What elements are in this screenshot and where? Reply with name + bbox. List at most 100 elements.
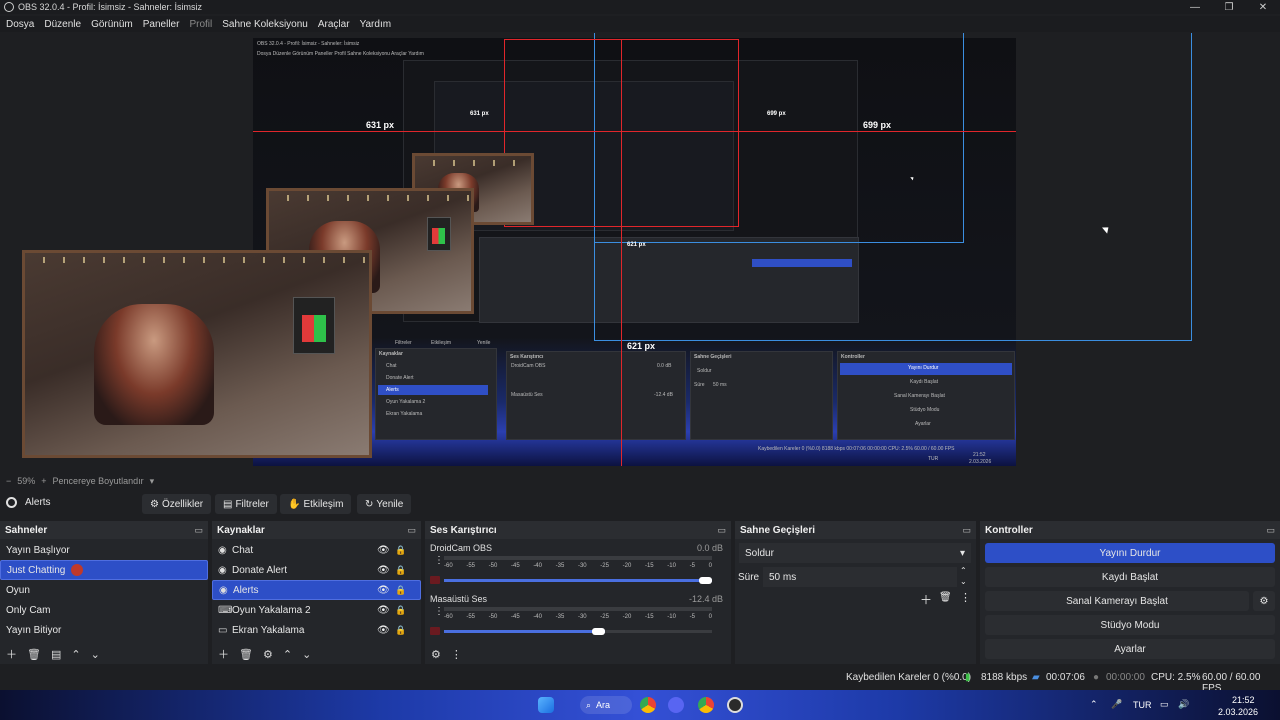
menu-tools[interactable]: Araçlar	[318, 19, 350, 30]
scene-item[interactable]: Only Cam	[0, 600, 208, 620]
chevron-up-icon[interactable]: ⌃	[71, 648, 80, 661]
filters-button[interactable]: ▤ Filtreler	[215, 494, 277, 514]
more-icon[interactable]: ⋮	[451, 648, 462, 661]
scene-item[interactable]: Oyun	[0, 580, 208, 600]
taskbar-search[interactable]: ⌕ Ara	[580, 696, 632, 714]
language-indicator[interactable]: TUR	[1133, 700, 1152, 710]
zoom-in-icon[interactable]: +	[41, 476, 46, 486]
studio-mode-button[interactable]: Stüdyo Modu	[985, 615, 1275, 635]
mute-icon[interactable]	[430, 576, 440, 584]
lock-icon[interactable]: 🔒	[395, 545, 406, 556]
source-item[interactable]: ▭ Ekran Yakalama 👁 🔒	[212, 620, 421, 640]
network-icon[interactable]: ▭	[1160, 699, 1169, 710]
menu-view[interactable]: Görünüm	[91, 19, 133, 30]
scene-item[interactable]: Yayın Bitiyor	[0, 620, 208, 640]
add-icon[interactable]: ＋	[218, 646, 229, 662]
preview-area[interactable]: OBS 32.0.4 - Profil: İsimsiz - Sahneler:…	[0, 33, 1280, 473]
filter-icon: ▤	[223, 498, 233, 510]
more-icon[interactable]: ⋮	[960, 591, 971, 604]
eye-icon[interactable]: 👁	[377, 585, 390, 596]
gear-icon[interactable]: ⚙	[263, 648, 273, 661]
dock-menu-icon[interactable]: ▭	[407, 525, 416, 536]
webcam-overlay[interactable]	[22, 250, 372, 458]
clock-date[interactable]: 2.03.2026	[1218, 707, 1258, 717]
filter-icon[interactable]: ▤	[51, 648, 61, 661]
chevron-down-icon[interactable]: ⌄	[302, 648, 311, 661]
duration-field[interactable]: 50 ms	[763, 567, 957, 587]
eye-icon[interactable]: 👁	[377, 545, 390, 556]
nested-transitions-dock: Sahne Geçişleri Soldur Süre 50 ms	[690, 351, 833, 440]
trash-icon[interactable]: 🗑	[27, 648, 41, 661]
chevron-up-icon[interactable]: ⌃	[283, 648, 292, 661]
interact-button[interactable]: ✋ Etkileşim	[280, 494, 352, 514]
eye-icon[interactable]: 👁	[377, 605, 390, 616]
discord-icon[interactable]	[668, 697, 684, 713]
source-item[interactable]: ◉ Chat 👁 🔒	[212, 540, 421, 560]
menu-scene-collection[interactable]: Sahne Koleksiyonu	[222, 19, 308, 30]
maximize-icon[interactable]: ❐	[1212, 0, 1246, 14]
scene-item[interactable]: Yayın Başlıyor	[0, 540, 208, 560]
scale-mode[interactable]: Pencereye Boyutlandır	[53, 476, 144, 486]
chevron-down-icon[interactable]: ▾	[150, 476, 155, 487]
chevron-down-icon[interactable]: ⌄	[91, 648, 100, 661]
clock-time[interactable]: 21:52	[1232, 695, 1255, 705]
eye-icon[interactable]: 👁	[377, 625, 390, 636]
eye-icon[interactable]: 👁	[377, 565, 390, 576]
scene-item-selected[interactable]: Just Chatting	[0, 560, 208, 580]
start-recording-button[interactable]: Kaydı Başlat	[985, 567, 1275, 587]
source-item-selected[interactable]: ◉ Alerts 👁 🔒	[212, 580, 421, 600]
nested-controls-dock: Kontroller Yayını Durdur Kaydı Başlat Sa…	[837, 351, 1015, 440]
windows-start-icon[interactable]	[538, 697, 554, 713]
trash-icon[interactable]: 🗑	[239, 648, 253, 661]
menu-profile[interactable]: Profil	[189, 19, 212, 30]
source-item[interactable]: ⌨ Oyun Yakalama 2 👁 🔒	[212, 600, 421, 620]
lock-icon[interactable]: 🔒	[395, 625, 406, 636]
nested-mixer-dock: Ses Karıştırıcı DroidCam OBS 0.0 dB Masa…	[506, 351, 686, 440]
add-icon[interactable]: ＋	[6, 646, 17, 662]
transition-select[interactable]: Soldur ▾	[739, 543, 971, 563]
more-icon[interactable]: ⋮	[434, 606, 444, 617]
virtual-camera-settings-button[interactable]: ⚙	[1253, 591, 1275, 611]
advanced-audio-icon[interactable]: ⚙	[431, 648, 441, 661]
dock-menu-icon[interactable]: ▭	[1266, 525, 1275, 536]
menu-file[interactable]: Dosya	[6, 19, 34, 30]
windows-taskbar: ⌕ Ara ⌃ 🎤 TUR ▭ 🔊 21:52 2.03.2026	[0, 690, 1280, 720]
lock-icon[interactable]: 🔒	[395, 585, 406, 596]
start-virtual-camera-button[interactable]: Sanal Kamerayı Başlat	[985, 591, 1249, 611]
menu-edit[interactable]: Düzenle	[44, 19, 81, 30]
mute-icon[interactable]	[430, 627, 440, 635]
dock-menu-icon[interactable]: ▭	[962, 525, 971, 536]
volume-slider-fill	[444, 630, 605, 633]
volume-slider-knob[interactable]	[699, 577, 712, 584]
volume-slider[interactable]	[444, 577, 712, 584]
chevron-down-icon: ▾	[959, 547, 965, 559]
dock-menu-icon[interactable]: ▭	[194, 525, 203, 536]
stop-streaming-button[interactable]: Yayını Durdur	[985, 543, 1275, 563]
properties-button[interactable]: ⚙ Özellikler	[142, 494, 212, 514]
zoom-out-icon[interactable]: −	[6, 476, 11, 486]
lock-icon[interactable]: 🔒	[395, 605, 406, 616]
dock-menu-icon[interactable]: ▭	[717, 525, 726, 536]
menu-help[interactable]: Yardım	[360, 19, 392, 30]
volume-slider-knob[interactable]	[591, 628, 605, 635]
close-icon[interactable]: ✕	[1246, 0, 1280, 14]
more-icon[interactable]: ⋮	[434, 555, 444, 566]
lock-icon[interactable]: 🔒	[395, 565, 406, 576]
volume-slider[interactable]	[444, 628, 712, 635]
trash-icon[interactable]: 🗑	[939, 592, 952, 603]
minimize-icon[interactable]: —	[1178, 0, 1212, 14]
chrome-profile-icon[interactable]	[698, 697, 714, 713]
signal-icon: ▮	[965, 672, 971, 683]
refresh-button[interactable]: ↻ Yenile	[357, 494, 412, 514]
source-item[interactable]: ◉ Donate Alert 👁 🔒	[212, 560, 421, 580]
duration-stepper[interactable]: ⌃ ⌄	[960, 565, 967, 587]
settings-button[interactable]: Ayarlar	[985, 639, 1275, 659]
nested-interact-button: Etkileşim	[431, 340, 452, 346]
show-hidden-icons-icon[interactable]: ⌃	[1090, 699, 1098, 710]
add-icon[interactable]: ＋	[920, 591, 932, 608]
menu-docks[interactable]: Paneller	[143, 19, 180, 30]
obs-taskbar-icon[interactable]	[727, 697, 743, 713]
chrome-icon[interactable]	[640, 697, 656, 713]
volume-icon[interactable]: 🔊	[1178, 699, 1189, 710]
browser-source-icon	[6, 497, 17, 508]
